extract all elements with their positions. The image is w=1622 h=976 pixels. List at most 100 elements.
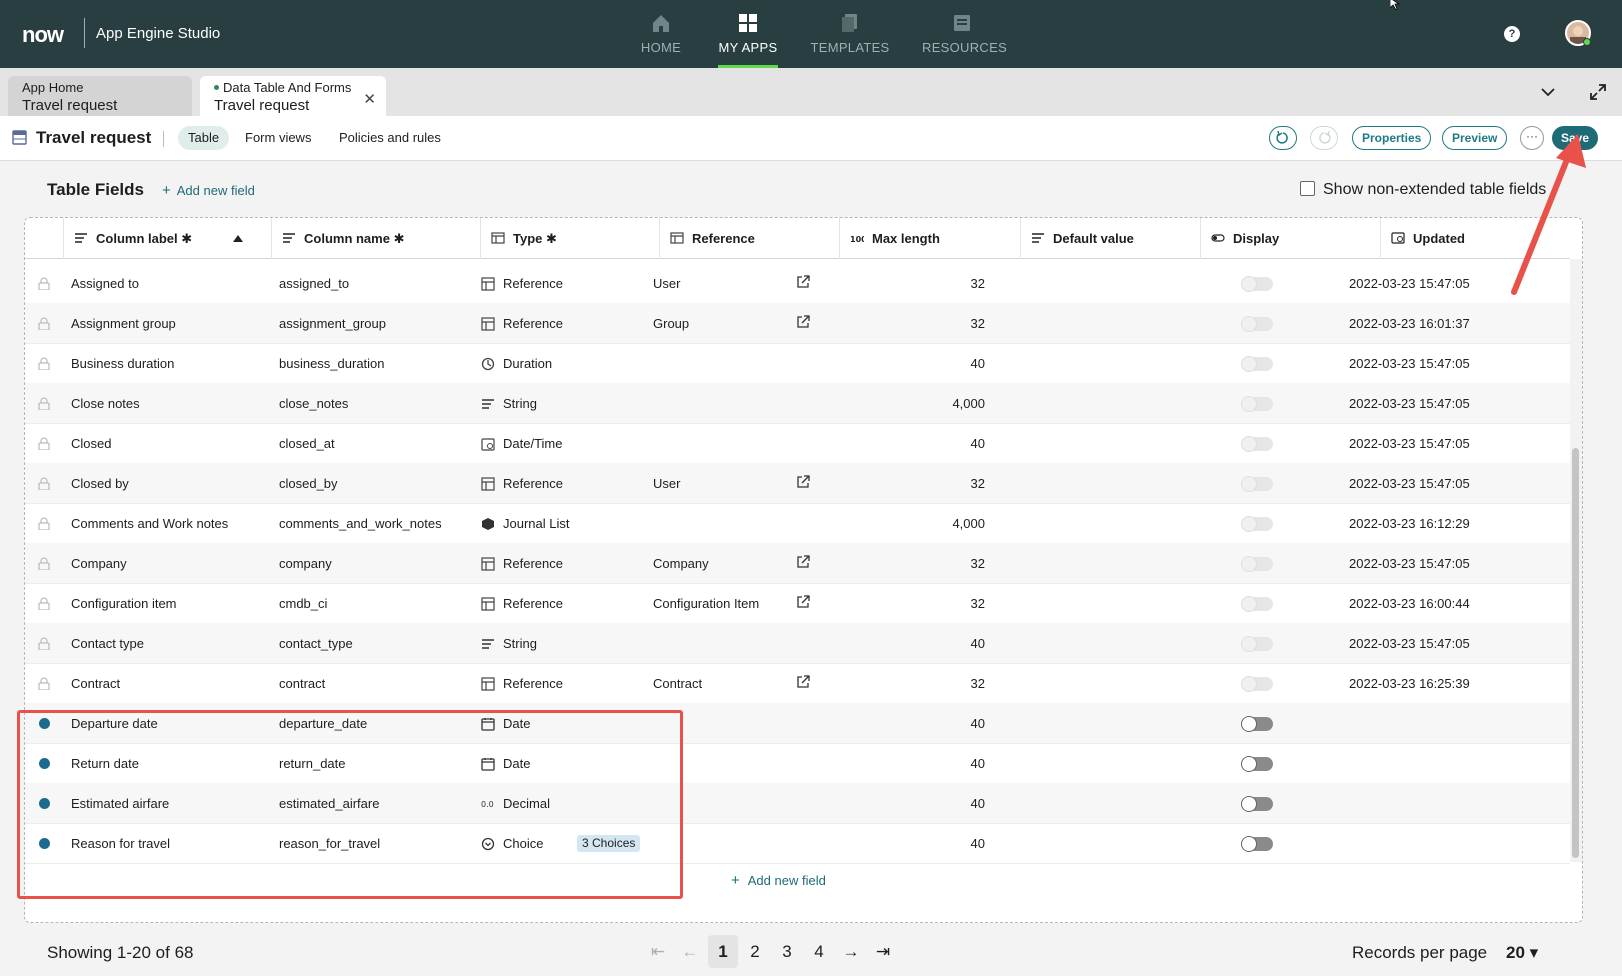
max-length-cell[interactable]: 40 xyxy=(845,703,985,744)
table-row[interactable]: Reason for travel reason_for_travel Choice… xyxy=(25,823,1570,864)
max-length-cell[interactable]: 40 xyxy=(845,823,985,864)
display-toggle[interactable] xyxy=(1241,756,1273,772)
external-link-icon[interactable] xyxy=(796,555,810,569)
type-cell[interactable]: Reference xyxy=(503,463,563,504)
nav-home[interactable]: HOME xyxy=(631,10,691,68)
external-link-icon[interactable] xyxy=(796,475,810,489)
type-cell[interactable]: Duration xyxy=(503,343,552,384)
previous-page-button[interactable]: ← xyxy=(675,935,705,968)
page-1-button[interactable]: 1 xyxy=(708,935,738,968)
now-logo[interactable]: now xyxy=(22,22,64,48)
external-link-icon[interactable] xyxy=(796,275,810,289)
column-name-cell[interactable]: business_duration xyxy=(279,343,385,384)
display-toggle[interactable] xyxy=(1241,596,1273,612)
type-cell[interactable]: Reference xyxy=(503,263,563,304)
column-name-cell[interactable]: comments_and_work_notes xyxy=(279,503,442,544)
reference-cell[interactable]: User xyxy=(653,263,680,304)
header-type[interactable]: Type ✱ xyxy=(480,218,659,259)
column-name-cell[interactable]: estimated_airfare xyxy=(279,783,379,824)
external-link-icon[interactable] xyxy=(796,675,810,689)
nav-templates[interactable]: TEMPLATES xyxy=(810,10,890,68)
tab-data-table-and-forms[interactable]: Data Table And Forms Travel request ✕ xyxy=(200,76,386,116)
header-reference[interactable]: Reference xyxy=(659,218,839,259)
max-length-cell[interactable]: 32 xyxy=(845,543,985,584)
chevron-down-icon[interactable] xyxy=(1540,84,1556,100)
max-length-cell[interactable]: 32 xyxy=(845,463,985,504)
preview-button[interactable]: Preview xyxy=(1442,126,1508,150)
add-new-field-bottom-link[interactable]: + Add new field xyxy=(731,872,826,889)
next-page-button[interactable]: → xyxy=(836,935,866,968)
column-name-cell[interactable]: closed_at xyxy=(279,423,335,464)
column-name-cell[interactable]: assigned_to xyxy=(279,263,349,304)
external-link-icon[interactable] xyxy=(796,595,810,609)
column-name-cell[interactable]: cmdb_ci xyxy=(279,583,327,624)
table-row[interactable]: Business duration business_duration Durati… xyxy=(25,343,1570,384)
display-toggle[interactable] xyxy=(1241,276,1273,292)
type-cell[interactable]: Reference xyxy=(503,583,563,624)
column-name-cell[interactable]: reason_for_travel xyxy=(279,823,380,864)
type-cell[interactable]: Reference xyxy=(503,303,563,344)
column-label-cell[interactable]: Reason for travel xyxy=(71,823,170,864)
table-row[interactable]: Comments and Work notes comments_and_work… xyxy=(25,503,1570,544)
type-cell[interactable]: Date xyxy=(503,743,530,784)
column-label-cell[interactable]: Departure date xyxy=(71,703,158,744)
max-length-cell[interactable]: 32 xyxy=(845,583,985,624)
first-page-button[interactable]: ⇤ xyxy=(643,935,673,968)
max-length-cell[interactable]: 40 xyxy=(845,423,985,464)
table-row[interactable]: Departure date departure_date Date 40 xyxy=(25,703,1570,744)
type-cell[interactable]: Reference xyxy=(503,663,563,704)
expand-icon[interactable] xyxy=(1588,82,1608,102)
column-name-cell[interactable]: return_date xyxy=(279,743,346,784)
header-max-length[interactable]: 100 Max length xyxy=(839,218,1020,259)
table-row[interactable]: Contact type contact_type String 40 2022-03-… xyxy=(25,623,1570,664)
column-name-cell[interactable]: contact_type xyxy=(279,623,353,664)
reference-cell[interactable]: Group xyxy=(653,303,689,344)
max-length-cell[interactable]: 4,000 xyxy=(845,503,985,544)
max-length-cell[interactable]: 40 xyxy=(845,743,985,784)
table-row[interactable]: Configuration item cmdb_ci Reference Config… xyxy=(25,583,1570,624)
checkbox[interactable] xyxy=(1300,181,1315,196)
properties-button[interactable]: Properties xyxy=(1352,126,1432,150)
column-label-cell[interactable]: Closed xyxy=(71,423,111,464)
display-toggle[interactable] xyxy=(1241,676,1273,692)
column-name-cell[interactable]: departure_date xyxy=(279,703,367,744)
type-cell[interactable]: String xyxy=(503,623,537,664)
column-label-cell[interactable]: Estimated airfare xyxy=(71,783,169,824)
reference-cell[interactable]: Contract xyxy=(653,663,702,704)
display-toggle[interactable] xyxy=(1241,436,1273,452)
table-row[interactable]: Close notes close_notes String 4,000 2022-03… xyxy=(25,383,1570,424)
column-label-cell[interactable]: Assigned to xyxy=(71,263,139,304)
column-name-cell[interactable]: close_notes xyxy=(279,383,348,424)
column-name-cell[interactable]: company xyxy=(279,543,332,584)
help-icon[interactable]: ? xyxy=(1504,26,1520,42)
display-toggle[interactable] xyxy=(1241,356,1273,372)
external-link-icon[interactable] xyxy=(796,315,810,329)
page-2-button[interactable]: 2 xyxy=(740,935,770,968)
undo-button[interactable] xyxy=(1269,126,1297,150)
column-name-cell[interactable]: closed_by xyxy=(279,463,338,504)
table-row[interactable]: Return date return_date Date 40 xyxy=(25,743,1570,784)
tab-form-views[interactable]: Form views xyxy=(235,126,321,150)
type-cell[interactable]: Date xyxy=(503,703,530,744)
close-icon[interactable]: ✕ xyxy=(363,90,376,108)
display-toggle[interactable] xyxy=(1241,476,1273,492)
tab-table[interactable]: Table xyxy=(178,126,230,150)
max-length-cell[interactable]: 32 xyxy=(845,303,985,344)
column-label-cell[interactable]: Company xyxy=(71,543,127,584)
column-label-cell[interactable]: Comments and Work notes xyxy=(71,503,228,544)
header-display[interactable]: Display xyxy=(1200,218,1380,259)
column-label-cell[interactable]: Return date xyxy=(71,743,139,784)
table-row[interactable]: Closed closed_at Date/Time 40 2022-03-23 15:… xyxy=(25,423,1570,464)
display-toggle[interactable] xyxy=(1241,396,1273,412)
table-row[interactable]: Closed by closed_by Reference User 32 2022-03… xyxy=(25,463,1570,504)
records-per-page-select[interactable]: 20 ▾ xyxy=(1506,943,1538,963)
type-cell[interactable]: Reference xyxy=(503,543,563,584)
display-toggle[interactable] xyxy=(1241,556,1273,572)
header-default-value[interactable]: Default value xyxy=(1020,218,1200,259)
display-toggle[interactable] xyxy=(1241,516,1273,532)
max-length-cell[interactable]: 32 xyxy=(845,263,985,304)
type-cell[interactable]: String xyxy=(503,383,537,424)
tab-app-home[interactable]: App Home Travel request xyxy=(8,76,192,116)
last-page-button[interactable]: ⇥ xyxy=(868,935,898,968)
add-new-field-link[interactable]: + Add new field xyxy=(162,182,255,199)
